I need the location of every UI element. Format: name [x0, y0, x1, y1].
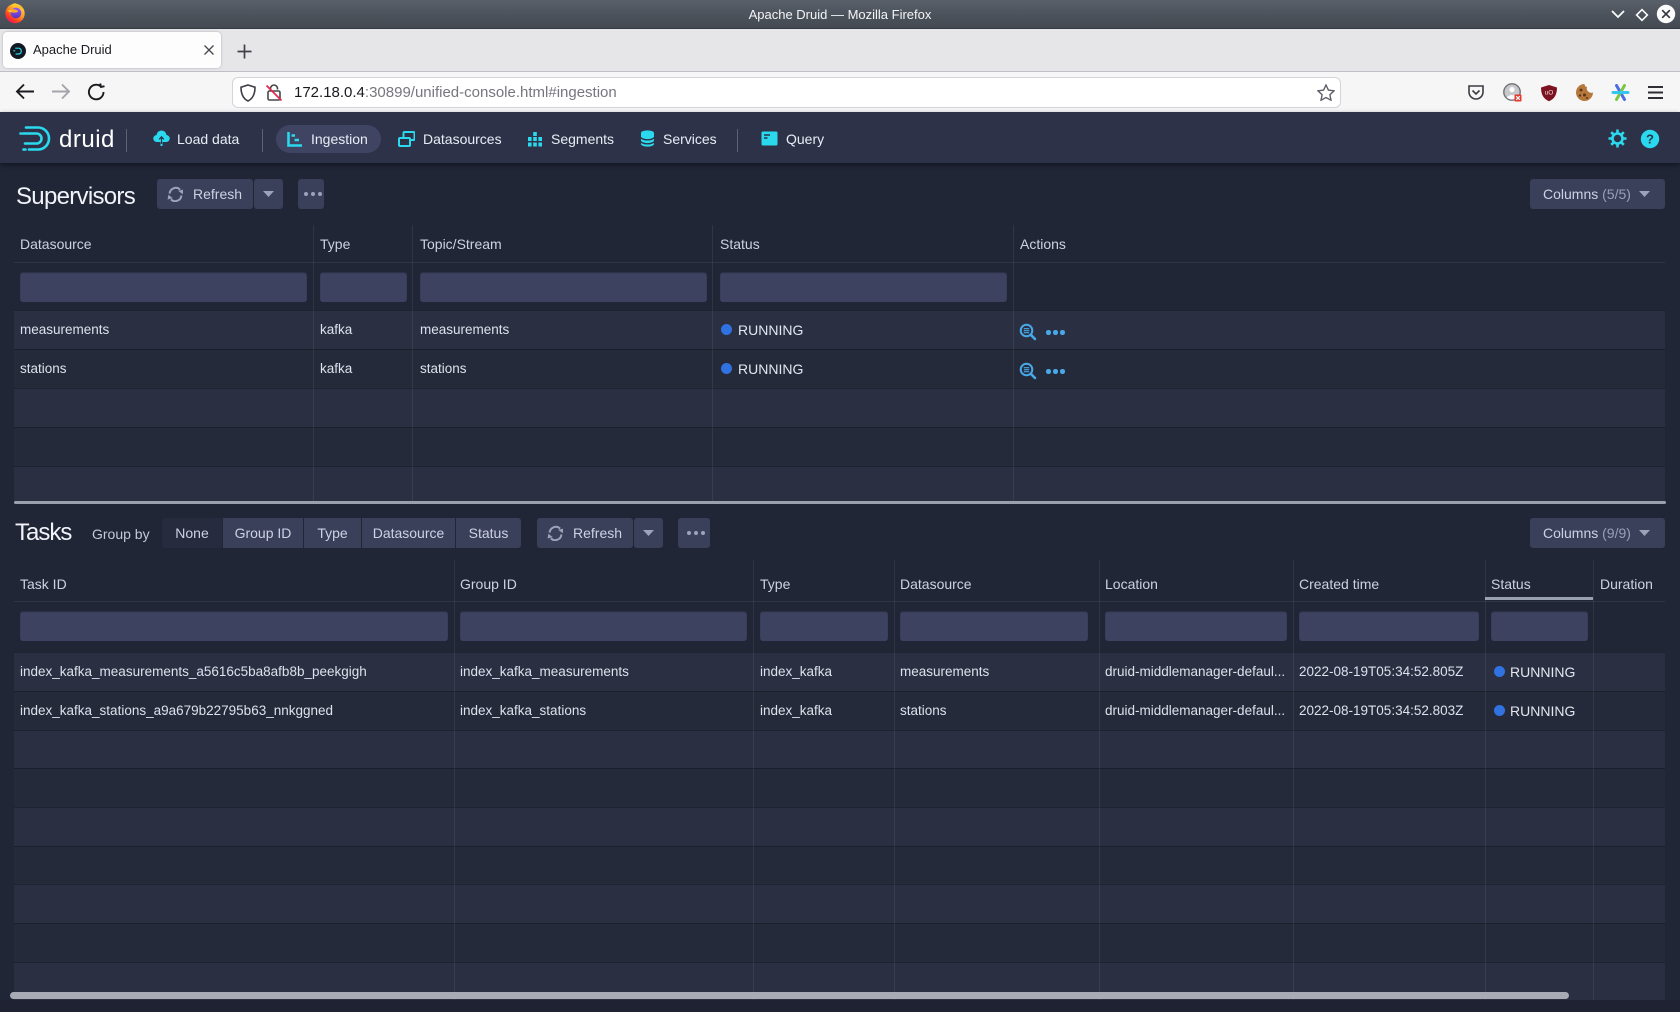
svg-text:uO: uO — [1545, 90, 1554, 97]
svg-text:?: ? — [1646, 132, 1654, 147]
